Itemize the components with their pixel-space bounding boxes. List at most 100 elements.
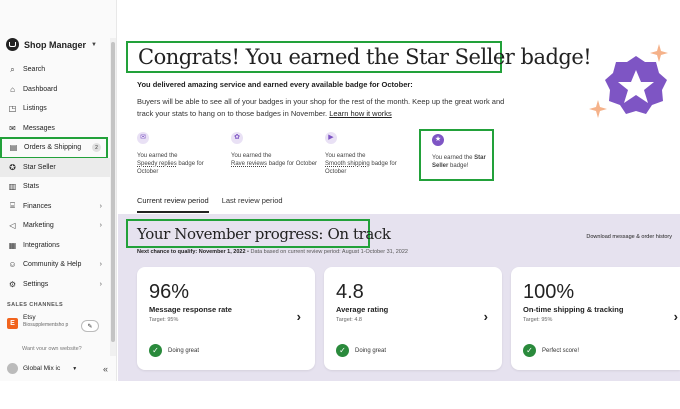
sales-channel-etsy[interactable]: E Etsy Biosupplementsho p ✎ [7, 314, 107, 332]
scrollbar-thumb[interactable] [111, 42, 115, 342]
metric-label: Message response rate [149, 305, 232, 314]
home-icon: ⌂ [10, 84, 15, 94]
sidebar-scrollbar[interactable] [110, 38, 116, 356]
badge-name[interactable]: Smooth shipping [325, 161, 370, 167]
avatar [7, 363, 18, 374]
account-switcher[interactable]: Global Mix ic ▼ « [0, 356, 117, 381]
check-circle-icon: ✓ [149, 344, 162, 357]
learn-how-link[interactable]: Learn how it works [329, 109, 392, 118]
next-qualify-date: Next chance to qualify: November 1, 2022 [137, 249, 246, 255]
check-circle-icon: ✓ [336, 344, 349, 357]
message-badge-icon: ✉ [137, 132, 149, 144]
metric-card-on-time-shipping[interactable]: 100% On-time shipping & tracking Target:… [511, 267, 680, 370]
status-text: Doing great [168, 347, 200, 354]
sidebar-item-label: Dashboard [23, 85, 58, 93]
shop-manager-menu[interactable]: Shop Manager ▼ [6, 38, 97, 51]
sidebar-item-label: Finances [23, 202, 52, 210]
pencil-icon: ✎ [87, 323, 93, 330]
sidebar-item-star-seller[interactable]: ✪ Star Seller [0, 157, 110, 177]
grid-icon: ▦ [8, 240, 17, 250]
badge-text: badge! [450, 163, 469, 169]
star-badge-icon: ★ [432, 134, 444, 146]
chevron-right-icon: › [99, 261, 102, 269]
sidebar: Shop Manager ▼ ⌕ Search ⌂ Dashboard ◳ Li… [0, 0, 117, 381]
download-history-link[interactable]: Download message & order history [586, 234, 672, 240]
sidebar-item-orders-shipping[interactable]: ▤ Orders & Shipping 2 [0, 137, 108, 159]
metric-status: ✓ Doing great [336, 344, 386, 357]
metric-card-average-rating[interactable]: 4.8 Average rating Target: 4.8 › ✓ Doing… [324, 267, 502, 370]
shop-manager-title: Shop Manager [24, 39, 87, 50]
metric-target: Target: 95% [523, 317, 553, 323]
chevron-right-icon[interactable]: › [674, 309, 678, 324]
sidebar-item-settings[interactable]: ⚙ Settings › [0, 275, 110, 295]
main-content: Congrats! You earned the Star Seller bad… [118, 0, 680, 409]
sidebar-item-label: Settings [23, 280, 49, 288]
chevron-right-icon[interactable]: › [484, 309, 488, 324]
metric-target: Target: 4.8 [336, 317, 362, 323]
chevron-right-icon: › [99, 280, 102, 288]
sidebar-item-label: Marketing [23, 222, 54, 230]
tag-icon: ◳ [8, 104, 17, 114]
metric-card-message-response[interactable]: 96% Message response rate Target: 95% › … [137, 267, 315, 370]
sidebar-item-label: Search [23, 66, 46, 74]
sidebar-item-stats[interactable]: ▥ Stats [0, 177, 110, 197]
sidebar-item-label: Listings [23, 105, 47, 113]
sidebar-item-community-help[interactable]: ☺ Community & Help › [0, 255, 110, 275]
account-name: Global Mix ic [23, 365, 61, 372]
badge-smooth-shipping: ▶ You earned the Smooth shipping badge f… [325, 132, 413, 176]
sidebar-item-listings[interactable]: ◳ Listings [0, 99, 110, 119]
etsy-logo-icon: E [7, 318, 18, 329]
metric-status: ✓ Perfect score! [523, 344, 579, 357]
want-website-prompt[interactable]: Want your own website? [22, 346, 106, 350]
shop-manager-app: Shop Manager ▼ ⌕ Search ⌂ Dashboard ◳ Li… [0, 0, 680, 409]
sidebar-item-search[interactable]: ⌕ Search [0, 60, 110, 80]
sidebar-item-finances[interactable]: ⌸ Finances › [0, 197, 110, 217]
page-title-box: Congrats! You earned the Star Seller bad… [126, 41, 592, 73]
edit-channel-button[interactable]: ✎ [81, 320, 99, 332]
badges-subhead: You delivered amazing service and earned… [137, 80, 413, 89]
metric-value: 4.8 [336, 281, 364, 303]
description-text: Buyers will be able to see all of your b… [137, 97, 505, 118]
sidebar-item-label: Star Seller [23, 163, 56, 171]
badge-text: You earned the [325, 153, 366, 159]
chevron-right-icon[interactable]: › [297, 309, 301, 324]
orders-count-badge: 2 [92, 143, 101, 153]
sidebar-item-label: Messages [23, 124, 55, 132]
status-text: Perfect score! [542, 347, 580, 354]
sidebar-item-label: Integrations [23, 241, 60, 249]
metric-value: 96% [149, 281, 190, 303]
metric-status: ✓ Doing great [149, 344, 199, 357]
badge-name[interactable]: Speedy replies [137, 161, 177, 167]
sidebar-item-integrations[interactable]: ▦ Integrations [0, 236, 110, 256]
sidebar-item-marketing[interactable]: ◁ Marketing › [0, 216, 110, 236]
clipboard-icon: ▤ [9, 143, 18, 153]
sidebar-nav: ⌕ Search ⌂ Dashboard ◳ Listings ✉ Messag… [0, 60, 110, 294]
sidebar-item-messages[interactable]: ✉ Messages [0, 119, 110, 139]
collapse-sidebar-icon[interactable]: « [103, 364, 108, 374]
tab-last-review-period[interactable]: Last review period [222, 196, 283, 213]
badge-text: You earned the [432, 155, 473, 161]
badge-name[interactable]: Rave reviews [231, 161, 267, 167]
metric-target: Target: 95% [149, 317, 179, 323]
check-circle-icon: ✓ [523, 344, 536, 357]
sidebar-item-label: Stats [23, 183, 39, 191]
gear-icon: ⚙ [8, 279, 17, 289]
badge-speedy-replies: ✉ You earned the Speedy replies badge fo… [137, 132, 225, 176]
sidebar-item-dashboard[interactable]: ⌂ Dashboard [0, 80, 110, 100]
bank-icon: ⌸ [10, 201, 15, 211]
progress-title: Your November progress: On track [137, 224, 391, 243]
sidebar-item-label: Orders & Shipping [24, 144, 82, 152]
bar-chart-icon: ▥ [8, 182, 17, 192]
metric-label: Average rating [336, 305, 389, 314]
progress-title-box: Your November progress: On track [126, 219, 391, 248]
badge-rave-reviews: ✿ You earned the Rave reviews badge for … [231, 132, 319, 168]
people-icon: ☺ [8, 260, 17, 270]
badge-star-seller: ★ You earned the Star Seller badge! [419, 129, 494, 181]
review-badge-icon: ✿ [231, 132, 243, 144]
channel-name: Etsy [23, 314, 36, 321]
tab-current-review-period[interactable]: Current review period [137, 196, 209, 213]
envelope-icon: ✉ [9, 123, 16, 133]
sparkle-icon [589, 100, 607, 118]
earned-badges-list: ✉ You earned the Speedy replies badge fo… [137, 129, 497, 182]
badge-text: badge for October [268, 161, 318, 167]
